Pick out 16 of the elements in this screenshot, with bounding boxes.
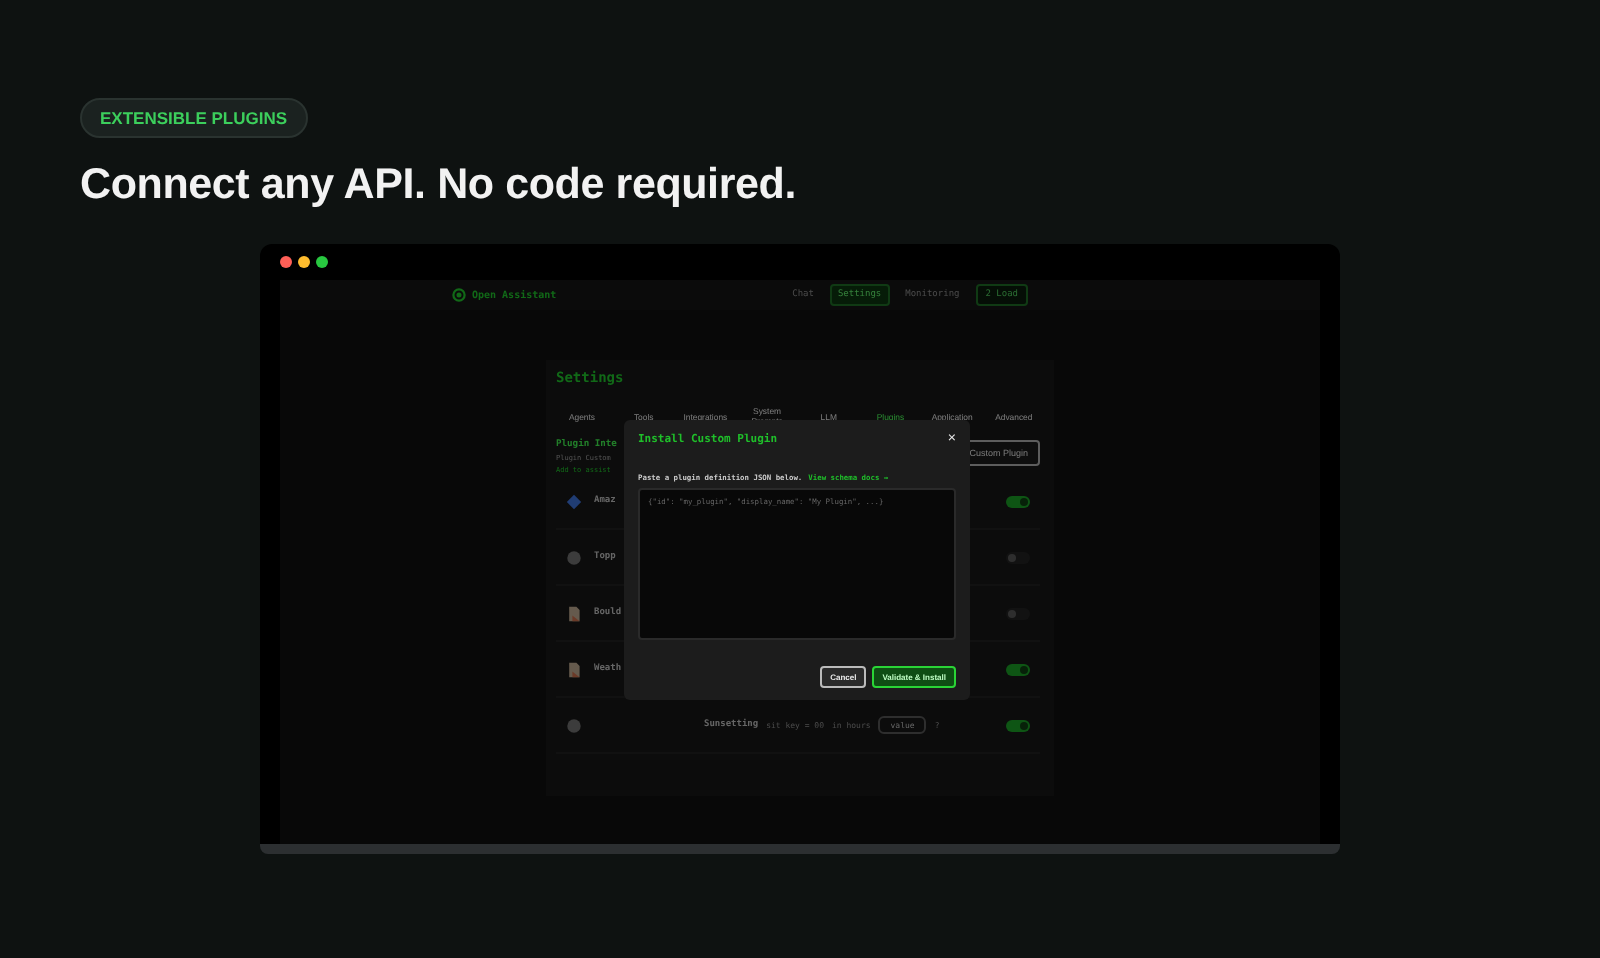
plugin-toggle[interactable] [1006, 663, 1030, 675]
document-icon [566, 661, 582, 677]
circle-icon [566, 717, 582, 733]
headline: Connect any API. No code required. [80, 160, 798, 210]
category-badge: EXTENSIBLE PLUGINS [80, 98, 308, 138]
diamond-icon [566, 493, 582, 509]
document-icon [566, 605, 582, 621]
maximize-window-icon[interactable] [316, 256, 328, 268]
close-window-icon[interactable] [280, 256, 292, 268]
plugin-toggle[interactable] [1006, 719, 1030, 731]
logo-icon [452, 288, 466, 302]
plugin-toggle[interactable] [1006, 495, 1030, 507]
circle-icon [566, 549, 582, 565]
plugin-toggle[interactable] [1006, 607, 1030, 619]
plugin-toggle[interactable] [1006, 551, 1030, 563]
minimize-window-icon[interactable] [298, 256, 310, 268]
